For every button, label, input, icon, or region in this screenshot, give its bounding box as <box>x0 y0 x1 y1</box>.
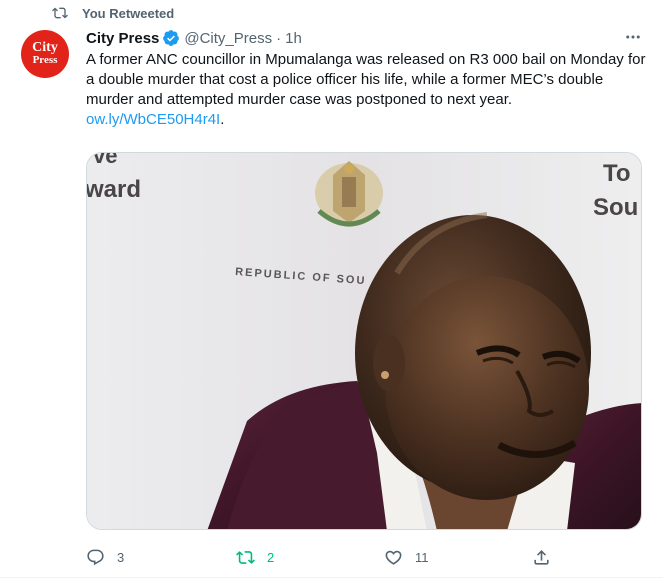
retweet-button[interactable]: 2 <box>236 546 274 568</box>
author-name[interactable]: City Press <box>86 30 159 47</box>
reply-icon <box>87 549 104 565</box>
tweet-link[interactable]: ow.ly/WbCE50H4r4I <box>86 111 220 128</box>
retweet-context: You Retweeted <box>52 4 174 22</box>
tweet-trailing: . <box>220 111 225 128</box>
like-count: 11 <box>415 549 429 565</box>
sign-text-left-top: ve <box>93 153 117 168</box>
avatar-text-press: Press <box>32 54 58 66</box>
more-options-button[interactable] <box>621 27 645 47</box>
avatar-text-city: City <box>32 40 58 55</box>
tweet-header: City Press @City_Press · 1h <box>86 28 643 48</box>
retweet-context-label: You Retweeted <box>82 5 175 21</box>
avatar[interactable]: City Press <box>21 30 69 78</box>
author-handle[interactable]: @City_Press <box>184 30 272 47</box>
tweet-photo[interactable]: ve ward To Sou REPUBLIC OF SOU <box>86 152 642 530</box>
sign-text-left-bottom: ward <box>87 176 141 203</box>
more-dots-icon <box>626 35 640 39</box>
retweet-count: 2 <box>267 549 275 565</box>
sign-text-right-top: To <box>603 160 631 187</box>
photo-illustration: ve ward To Sou REPUBLIC OF SOU <box>87 153 641 529</box>
tweet-body: A former ANC councillor in Mpumalanga wa… <box>86 51 646 108</box>
verified-badge-icon <box>163 30 180 46</box>
tweet-actions: 3 2 11 <box>86 546 566 568</box>
tweet-timestamp[interactable]: 1h <box>285 30 302 47</box>
reply-count: 3 <box>117 549 125 565</box>
share-button[interactable] <box>532 546 563 568</box>
share-icon <box>534 549 549 565</box>
tweet-text: A former ANC councillor in Mpumalanga wa… <box>86 50 646 130</box>
tweet[interactable]: You Retweeted City Press City Press @Cit… <box>0 0 663 578</box>
heart-icon <box>385 550 402 565</box>
reply-button[interactable]: 3 <box>86 546 124 568</box>
header-separator: · <box>276 29 282 47</box>
retweet-icon <box>236 550 255 564</box>
retweet-context-icon <box>52 7 68 19</box>
like-button[interactable]: 11 <box>384 546 429 568</box>
sign-text-right-bottom: Sou <box>593 194 638 221</box>
